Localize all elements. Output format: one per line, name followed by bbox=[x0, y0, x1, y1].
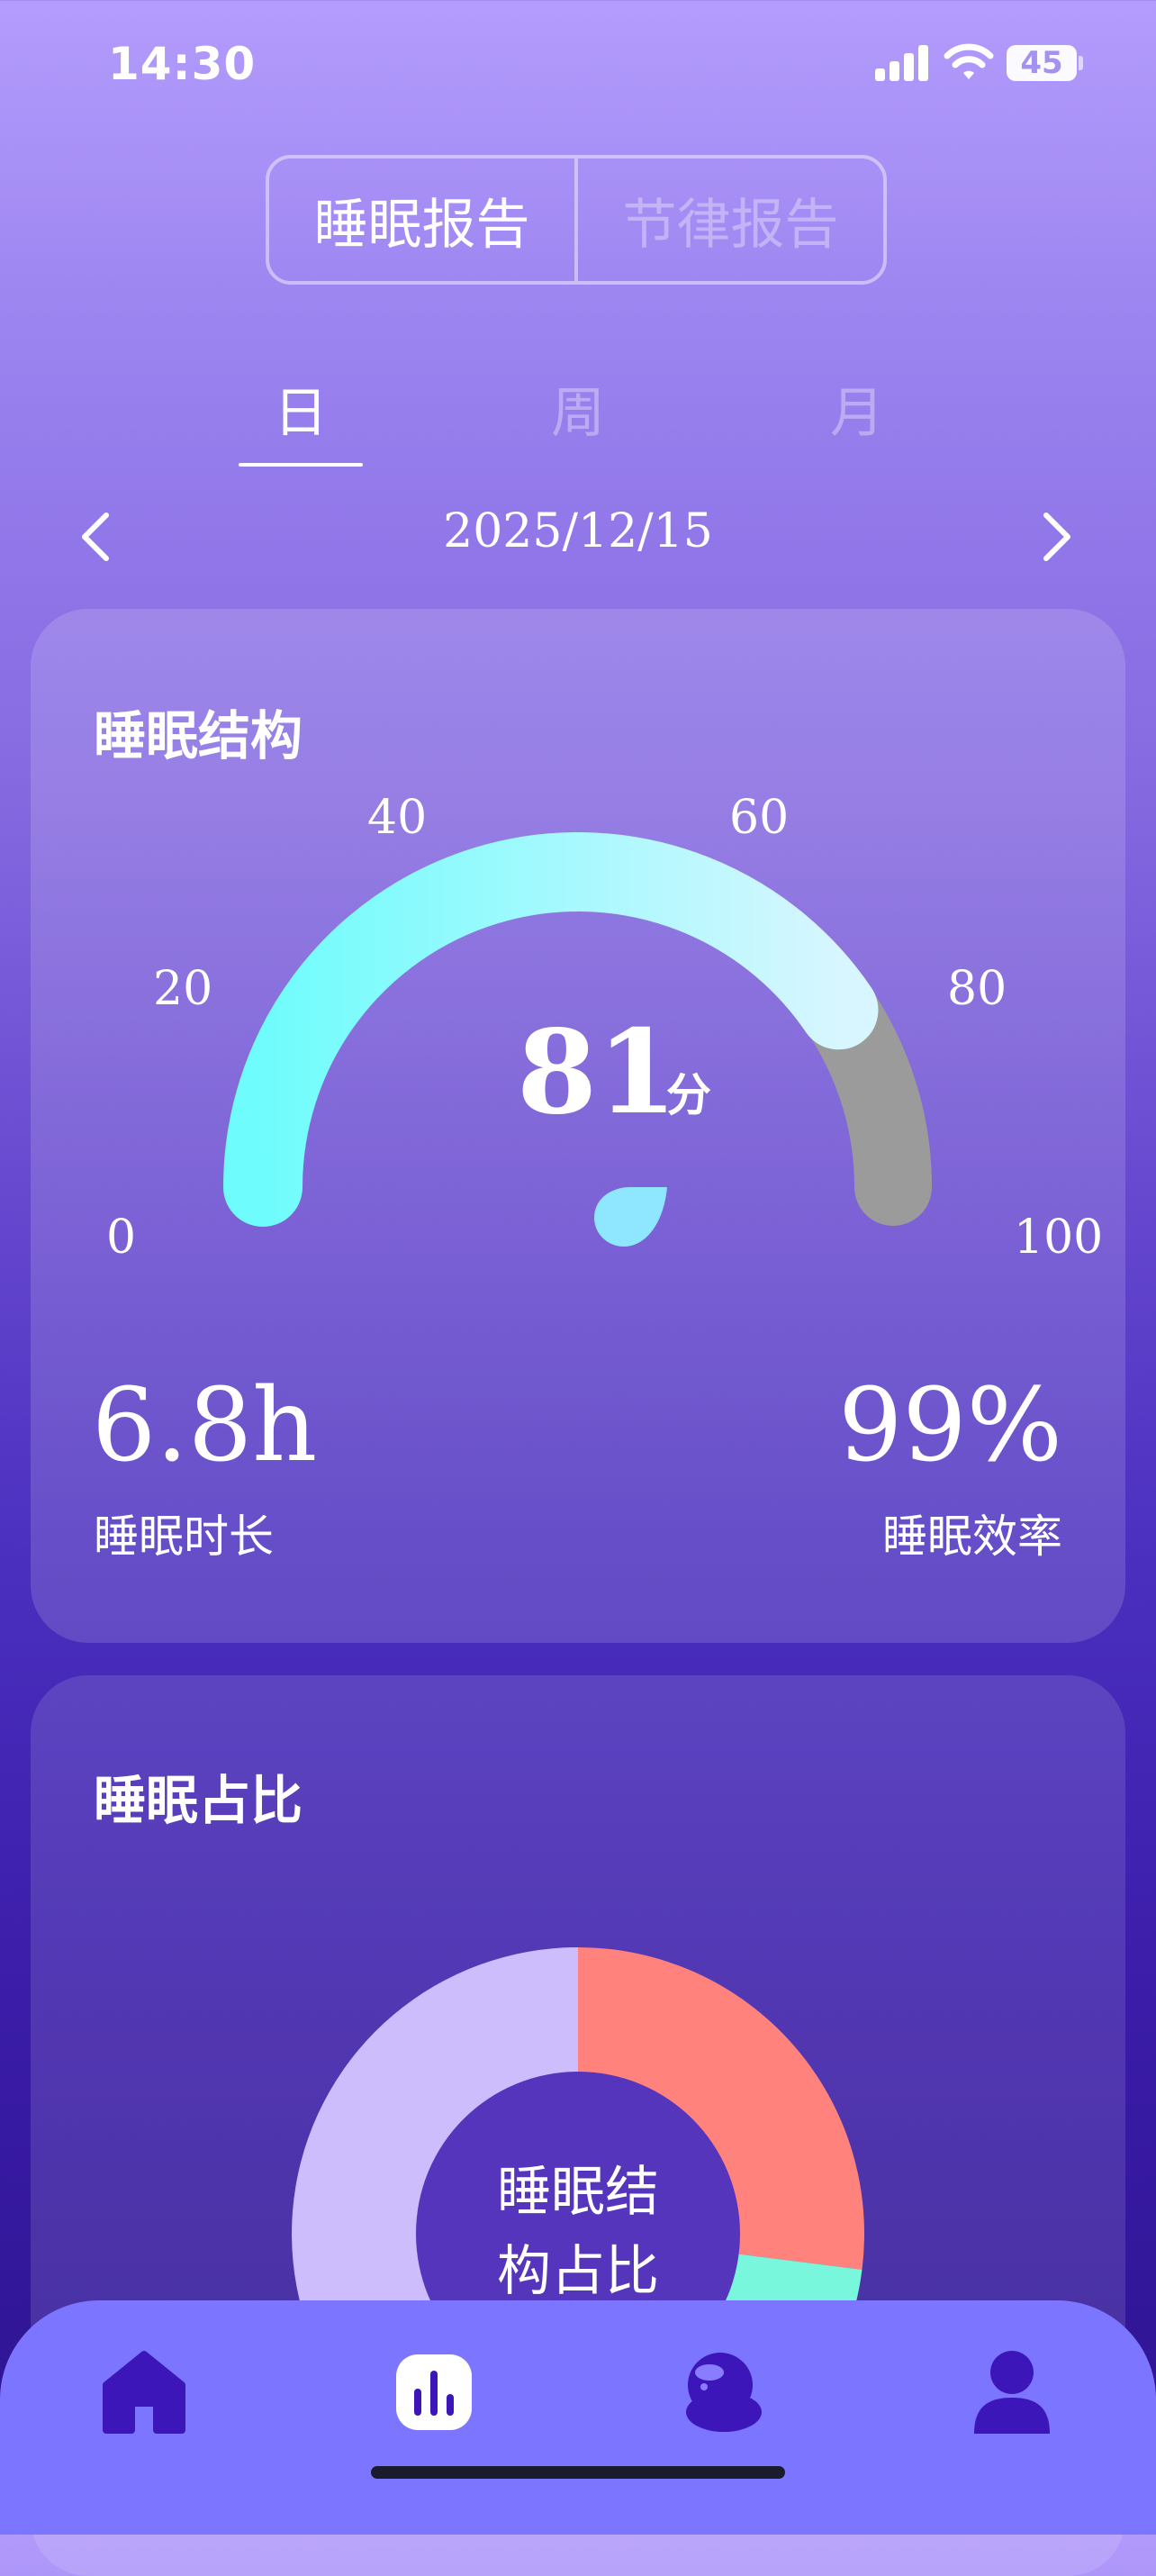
nav-profile-button[interactable] bbox=[967, 2347, 1057, 2437]
nav-report-button[interactable] bbox=[389, 2347, 479, 2437]
donut-center-label: 睡眠结 构占比 bbox=[443, 2153, 713, 2311]
sleep-ratio-donut bbox=[292, 1947, 865, 2502]
donut-center-label-line1: 睡眠结 bbox=[497, 2161, 659, 2224]
donut-center-label-line2: 构占比 bbox=[497, 2240, 659, 2303]
nav-device-button[interactable] bbox=[677, 2347, 767, 2437]
home-indicator bbox=[371, 2466, 785, 2479]
home-icon bbox=[103, 2351, 185, 2434]
report-icon bbox=[396, 2354, 472, 2430]
device-icon bbox=[686, 2353, 762, 2432]
nav-home-button[interactable] bbox=[99, 2347, 189, 2437]
profile-icon bbox=[974, 2351, 1050, 2434]
